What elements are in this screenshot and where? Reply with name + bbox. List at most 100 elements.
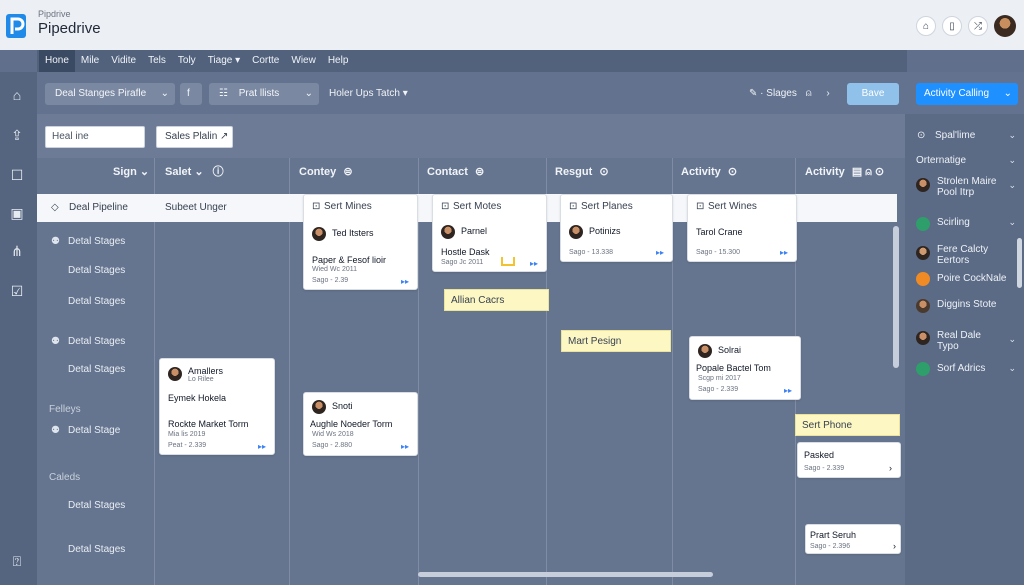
deal-card[interactable]: ⊡ Sert Motes Parnel Hostle Dask Sago Jc … bbox=[432, 194, 547, 272]
column-header-contact[interactable]: Contact ⊜ bbox=[419, 158, 484, 194]
menu-wiew[interactable]: Wiew bbox=[285, 50, 321, 72]
stage-label[interactable]: Detal Stage bbox=[68, 425, 120, 436]
deal-card[interactable]: ⊡ Sert Wines Tarol Crane Sago - 15.300 ▸… bbox=[687, 194, 797, 262]
column-header-salet[interactable]: Salet ⌄ ⓘ bbox=[157, 158, 224, 194]
stage-label[interactable]: Detal Stages bbox=[68, 364, 125, 375]
search-input[interactable]: Heal ine bbox=[45, 126, 145, 148]
panel-item[interactable]: Poire CockNale bbox=[937, 273, 1006, 284]
menu-home[interactable]: Hone bbox=[39, 50, 75, 72]
avatar bbox=[698, 344, 712, 358]
stages-button[interactable]: ✎ · Slages ⍝ › bbox=[749, 83, 830, 105]
forward-icon: ▸▸ bbox=[783, 386, 792, 395]
deal-card[interactable]: ⊡ Sert Mines Ted Itsters Paper & Fesof l… bbox=[303, 194, 418, 290]
card-meta: Wied Wc 2011 bbox=[312, 266, 357, 273]
tag-icon bbox=[501, 257, 515, 266]
deal-card[interactable]: Amallers Lo Rilee Eymek Hokela Rockte Ma… bbox=[159, 358, 275, 455]
deal-card[interactable]: Prart Seruh Sago - 2.396 › bbox=[805, 524, 901, 554]
menu-mile[interactable]: Mile bbox=[75, 50, 105, 72]
panel-item[interactable]: Orternatige bbox=[916, 155, 966, 166]
pipeline-select[interactable]: Deal Stanges Pirafle ⌄ bbox=[45, 83, 175, 105]
upload-icon[interactable]: ⇪ bbox=[8, 126, 26, 144]
sticky-note[interactable]: Mart Pesign bbox=[561, 330, 671, 352]
user-avatar[interactable] bbox=[994, 15, 1016, 37]
sales-plan-button[interactable]: Sales Plalin ↗ bbox=[156, 126, 233, 148]
menu-tiage[interactable]: Tiage ▾ bbox=[202, 50, 246, 72]
stage-label[interactable]: Detal Stages bbox=[68, 265, 125, 276]
panel-item[interactable]: Sorf Adrics bbox=[937, 363, 985, 374]
right-panel-scrollbar[interactable] bbox=[1017, 238, 1022, 288]
horizontal-scrollbar[interactable] bbox=[418, 572, 713, 577]
column-title: Activity bbox=[805, 166, 845, 178]
column-title: Sign bbox=[113, 166, 137, 178]
deal-pipeline-label[interactable]: Deal Pipeline bbox=[69, 202, 128, 213]
panel-item[interactable]: Typo bbox=[937, 341, 959, 352]
panel-item[interactable]: Eertors bbox=[937, 255, 969, 266]
card-meta: Mia lis 2019 bbox=[168, 431, 206, 438]
stage-label[interactable]: Detal Stages bbox=[68, 500, 125, 511]
filter-select[interactable]: ☷ Prat llists ⌄ bbox=[209, 83, 319, 105]
activity-calling-button[interactable]: Activity Calling ⌄ bbox=[916, 83, 1018, 105]
column-title: Resgut bbox=[555, 166, 593, 178]
column-divider bbox=[418, 158, 419, 585]
home-icon[interactable]: ⌂ bbox=[8, 86, 26, 104]
panel-item[interactable]: Pool Itrp bbox=[937, 187, 974, 198]
stage-label[interactable]: Detal Stages bbox=[68, 296, 125, 307]
subset-label[interactable]: Subeet Unger bbox=[165, 202, 227, 213]
chevron-down-icon: ⌄ bbox=[304, 88, 313, 99]
menu-toly[interactable]: Toly bbox=[172, 50, 202, 72]
column-header-contey[interactable]: Contey ⊜ bbox=[291, 158, 353, 194]
user-icon: ⚉ bbox=[51, 336, 60, 347]
avatar bbox=[312, 227, 326, 241]
menu-vidite[interactable]: Vidite bbox=[105, 50, 142, 72]
deal-card[interactable]: Pasked Sago - 2.339 › bbox=[797, 442, 901, 478]
chevron-right-icon: › bbox=[889, 463, 892, 473]
holder-dropdown[interactable]: Holer Ups Tatch ▾ bbox=[329, 83, 408, 105]
stage-label[interactable]: Detal Stages bbox=[68, 544, 125, 555]
sticky-note[interactable]: Sert Phone bbox=[795, 414, 900, 436]
card-name: Snoti bbox=[332, 401, 353, 411]
document-icon[interactable]: ☐ bbox=[8, 166, 26, 184]
sort-icon: ⊡ bbox=[312, 201, 321, 212]
help-icon[interactable]: ⍰ bbox=[8, 552, 26, 570]
column-header-activity-2[interactable]: Activity ▤ ⍝ ⊙ bbox=[797, 158, 884, 194]
vertical-scrollbar[interactable] bbox=[893, 226, 899, 368]
stage-label[interactable]: Detal Stages bbox=[68, 336, 125, 347]
card-meta: Sago - 2.39 bbox=[312, 277, 349, 284]
sort-icon: ⊡ bbox=[441, 201, 450, 212]
panel-item[interactable]: Scirling bbox=[937, 217, 970, 228]
home-icon[interactable]: ⌂ bbox=[916, 16, 936, 36]
presentation-icon[interactable]: ▣ bbox=[8, 204, 26, 222]
save-button[interactable]: Bave bbox=[847, 83, 899, 105]
menu-cortte[interactable]: Cortte bbox=[246, 50, 285, 72]
shuffle-icon[interactable]: ⤮ bbox=[968, 16, 988, 36]
panel-item[interactable]: Diggins Stote bbox=[937, 299, 996, 310]
forward-icon: ▸▸ bbox=[400, 277, 409, 286]
stage-label[interactable]: Detal Stages bbox=[68, 236, 125, 247]
menu-help[interactable]: Help bbox=[322, 50, 355, 72]
chevron-down-icon: ⌄ bbox=[1008, 217, 1016, 227]
sticky-note[interactable]: Allian Cacrs bbox=[444, 289, 549, 311]
column-header-resgut[interactable]: Resgut ⊙ bbox=[547, 158, 609, 194]
edit-icon: ✎ bbox=[749, 88, 758, 99]
checkbox-icon[interactable]: ☑ bbox=[8, 282, 26, 300]
column-title: Activity bbox=[681, 166, 721, 178]
deal-card[interactable]: Snoti Aughle Noeder Torm Wid Ws 2018 Sag… bbox=[303, 392, 418, 456]
panel-item[interactable]: Fere Calcty bbox=[937, 244, 988, 255]
panel-item[interactable]: Strolen Maire bbox=[937, 176, 996, 187]
menu-tels[interactable]: Tels bbox=[142, 50, 172, 72]
list-icon: ☷ bbox=[219, 88, 228, 99]
share-icon[interactable]: ⋔ bbox=[8, 242, 26, 260]
column-header-sign[interactable]: Sign ⌄ bbox=[105, 158, 149, 194]
filter-row: Heal ine Sales Plalin ↗ bbox=[37, 114, 905, 158]
facebook-icon[interactable]: f bbox=[180, 83, 202, 105]
tablet-icon[interactable]: ▯ bbox=[942, 16, 962, 36]
column-header-activity[interactable]: Activity ⊙ bbox=[673, 158, 737, 194]
settings-icon bbox=[916, 217, 930, 231]
panel-item[interactable]: Real Dale bbox=[937, 330, 981, 341]
panel-item[interactable]: Spal'lime bbox=[935, 130, 975, 141]
deal-card[interactable]: ⊡ Sert Planes Potinizs Sago - 13.338 ▸▸ bbox=[560, 194, 673, 262]
deal-card[interactable]: Solrai Popale Bactel Tom Scgp mi 2017 Sa… bbox=[689, 336, 801, 400]
title-bar: Pipdrive Pipedrive ⌂ ▯ ⤮ bbox=[0, 0, 1024, 50]
chevron-down-icon: ⌄ bbox=[1008, 334, 1016, 344]
users-icon: ⚉ bbox=[51, 236, 60, 247]
